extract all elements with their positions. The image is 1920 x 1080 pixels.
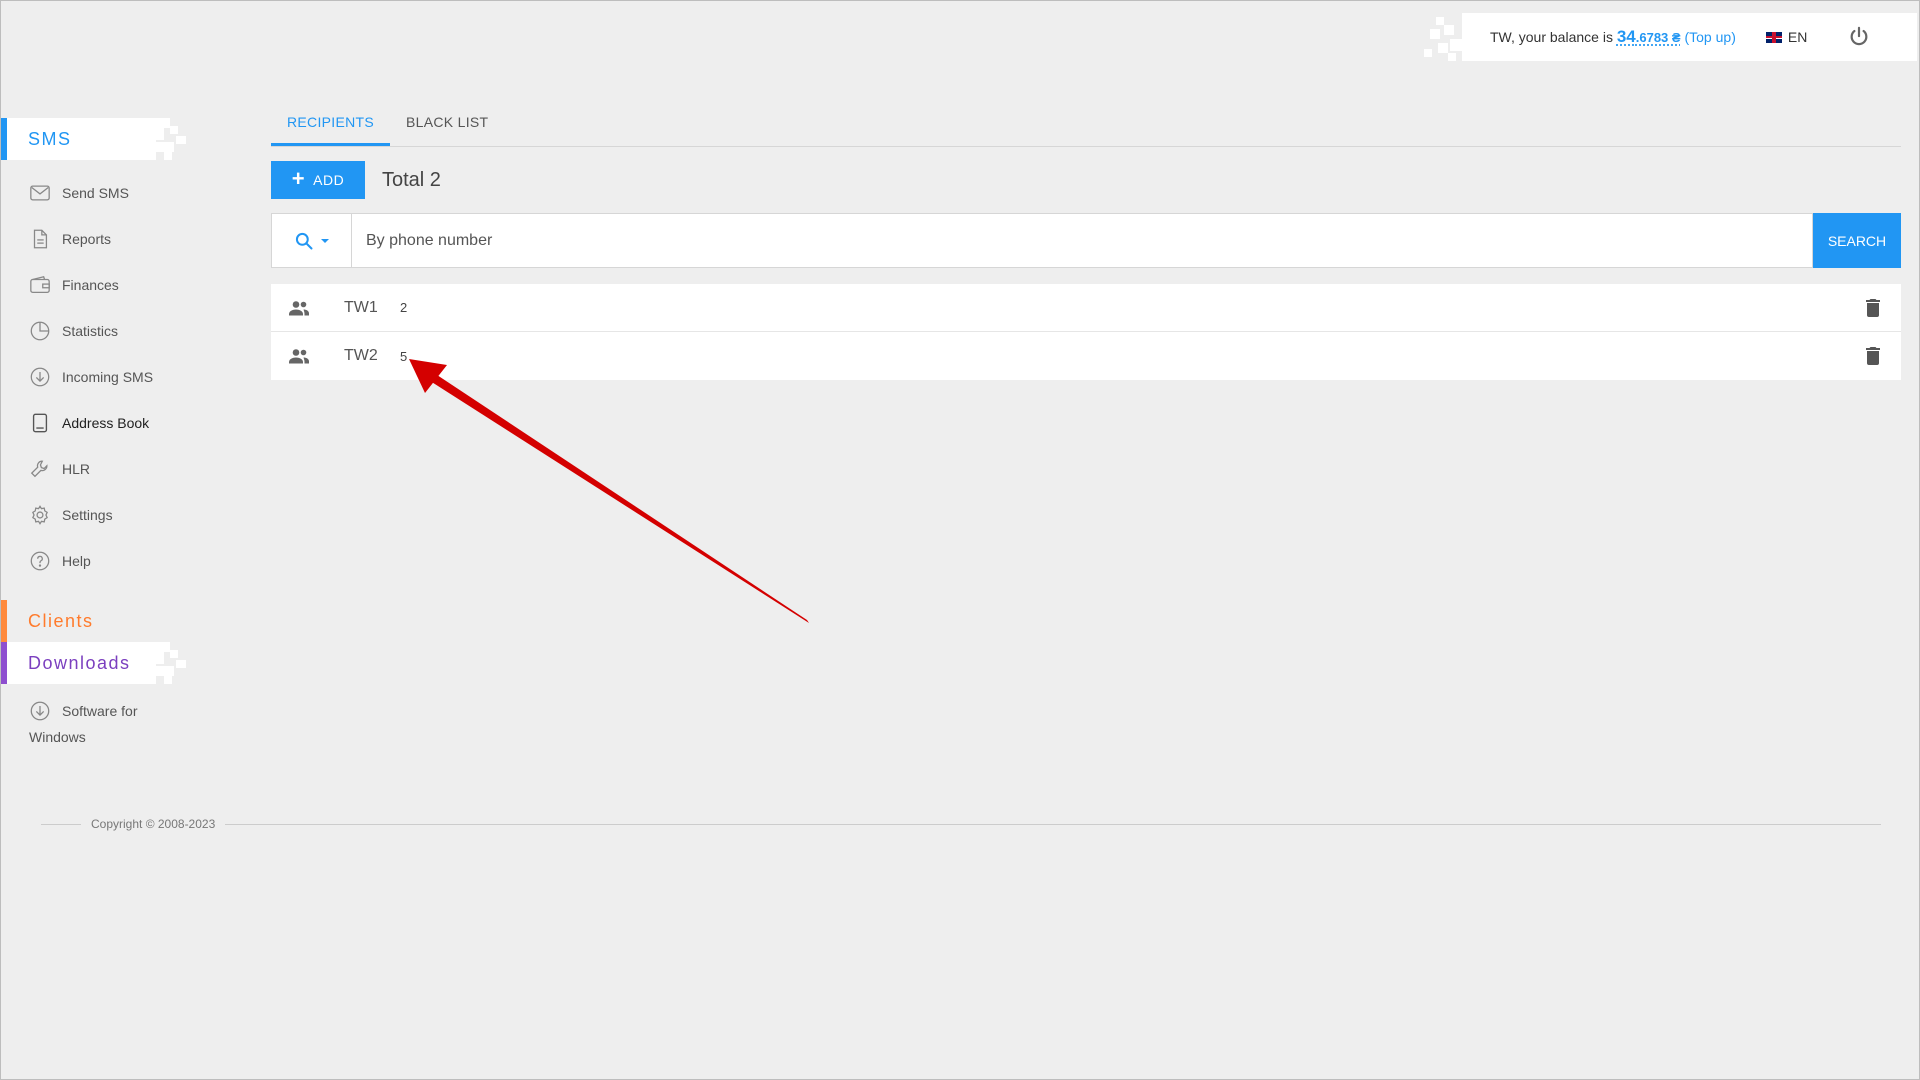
sidebar-item-address-book[interactable]: Address Book bbox=[1, 400, 201, 446]
logout-button[interactable] bbox=[1847, 25, 1871, 49]
tab-recipients[interactable]: RECIPIENTS bbox=[271, 101, 391, 146]
balance-fraction: .6783 ₴ bbox=[1635, 30, 1681, 45]
language-selector[interactable]: EN bbox=[1765, 29, 1808, 45]
group-name: TW1 bbox=[344, 298, 378, 316]
software-label-line2: Windows bbox=[29, 729, 86, 745]
mail-icon bbox=[30, 185, 50, 201]
download-circle-icon bbox=[30, 701, 50, 721]
language-label: EN bbox=[1787, 29, 1808, 45]
sidebar-item-label: Reports bbox=[62, 231, 112, 247]
footer-divider bbox=[225, 823, 1881, 825]
power-icon bbox=[1850, 26, 1868, 46]
sidebar: SMS Send SMS Reports Finances Statistics bbox=[1, 118, 201, 750]
sidebar-item-label: Statistics bbox=[62, 323, 119, 339]
main-content: RECIPIENTS BLACK LIST + ADD Total 2 SEAR… bbox=[271, 101, 1901, 380]
caret-down-icon bbox=[320, 238, 329, 243]
sidebar-item-statistics[interactable]: Statistics bbox=[1, 308, 201, 354]
sidebar-section-clients[interactable]: Clients bbox=[1, 600, 156, 642]
software-label-line1: Software for bbox=[62, 703, 138, 719]
sidebar-item-finances[interactable]: Finances bbox=[1, 262, 201, 308]
tab-black-list[interactable]: BLACK LIST bbox=[390, 101, 504, 146]
uk-flag-icon bbox=[1765, 31, 1782, 43]
list-toolbar: + ADD Total 2 bbox=[271, 161, 1901, 199]
search-button[interactable]: SEARCH bbox=[1813, 213, 1901, 268]
search-bar: SEARCH bbox=[271, 213, 1901, 268]
pixel-decoration bbox=[1422, 13, 1462, 61]
balance-info: TW, your balance is 34.6783 ₴ (Top up) bbox=[1490, 27, 1736, 46]
pie-chart-icon bbox=[30, 321, 50, 341]
footer-divider bbox=[41, 823, 81, 825]
search-input[interactable] bbox=[351, 213, 1813, 268]
group-name: TW2 bbox=[344, 347, 378, 364]
book-icon bbox=[32, 413, 48, 433]
document-icon bbox=[33, 229, 48, 249]
pixel-decoration bbox=[156, 642, 186, 684]
copyright-text: Copyright © 2008-2023 bbox=[91, 817, 216, 831]
account-bar: TW, your balance is 34.6783 ₴ (Top up) E… bbox=[1424, 13, 1917, 61]
clients-section-title: Clients bbox=[28, 610, 94, 631]
list-item[interactable]: TW1 2 bbox=[271, 284, 1901, 332]
group-count: 5 bbox=[400, 348, 408, 364]
sidebar-item-settings[interactable]: Settings bbox=[1, 492, 201, 538]
sidebar-item-label: Send SMS bbox=[62, 185, 129, 201]
group-icon bbox=[289, 300, 309, 315]
search-filter-dropdown[interactable] bbox=[271, 213, 351, 268]
tab-bar: RECIPIENTS BLACK LIST bbox=[271, 101, 1901, 147]
sidebar-item-label: Finances bbox=[62, 277, 119, 293]
sidebar-item-help[interactable]: Help bbox=[1, 538, 201, 584]
sidebar-item-label: Incoming SMS bbox=[62, 369, 154, 385]
sidebar-item-send-sms[interactable]: Send SMS bbox=[1, 170, 201, 216]
downloads-menu: Software for Windows bbox=[1, 698, 201, 750]
plus-icon: + bbox=[291, 166, 306, 191]
sidebar-item-hlr[interactable]: HLR bbox=[1, 446, 201, 492]
annotation-arrow-shaft bbox=[427, 371, 809, 623]
group-list: TW1 2 TW2 5 bbox=[271, 284, 1901, 380]
gear-icon bbox=[32, 505, 48, 525]
help-icon bbox=[30, 551, 50, 571]
list-item[interactable]: TW2 5 bbox=[271, 332, 1901, 380]
wallet-icon bbox=[30, 275, 50, 293]
wrench-icon bbox=[30, 460, 48, 478]
add-button[interactable]: + ADD bbox=[271, 161, 365, 199]
group-count: 2 bbox=[400, 300, 408, 315]
trash-icon[interactable] bbox=[1861, 296, 1885, 320]
sidebar-section-downloads[interactable]: Downloads bbox=[1, 642, 186, 684]
trash-icon[interactable] bbox=[1861, 344, 1885, 368]
sidebar-item-label: Address Book bbox=[62, 415, 150, 431]
downloads-section-title: Downloads bbox=[28, 652, 131, 673]
pixel-decoration bbox=[156, 118, 186, 160]
sms-menu: Send SMS Reports Finances Statistics Inc… bbox=[1, 170, 201, 584]
group-icon bbox=[289, 349, 309, 364]
sms-section-title: SMS bbox=[28, 128, 72, 149]
sidebar-item-software-windows[interactable]: Software for Windows bbox=[1, 698, 201, 750]
search-icon bbox=[295, 232, 312, 249]
sidebar-item-label: Settings bbox=[62, 507, 113, 523]
balance-amount[interactable]: 34.6783 ₴ bbox=[1617, 27, 1681, 46]
sidebar-item-incoming-sms[interactable]: Incoming SMS bbox=[1, 354, 201, 400]
top-up-link[interactable]: Top up bbox=[1689, 29, 1731, 45]
add-button-label: ADD bbox=[313, 172, 345, 188]
sidebar-item-label: HLR bbox=[62, 461, 91, 477]
sidebar-section-sms[interactable]: SMS bbox=[1, 118, 186, 160]
balance-prefix: TW, your balance is bbox=[1490, 29, 1617, 45]
footer: Copyright © 2008-2023 bbox=[41, 817, 1881, 831]
sidebar-item-label: Help bbox=[62, 553, 91, 569]
download-circle-icon bbox=[30, 367, 50, 387]
balance-integer: 34 bbox=[1616, 27, 1636, 46]
total-count: Total 2 bbox=[382, 168, 441, 191]
sidebar-item-reports[interactable]: Reports bbox=[1, 216, 201, 262]
